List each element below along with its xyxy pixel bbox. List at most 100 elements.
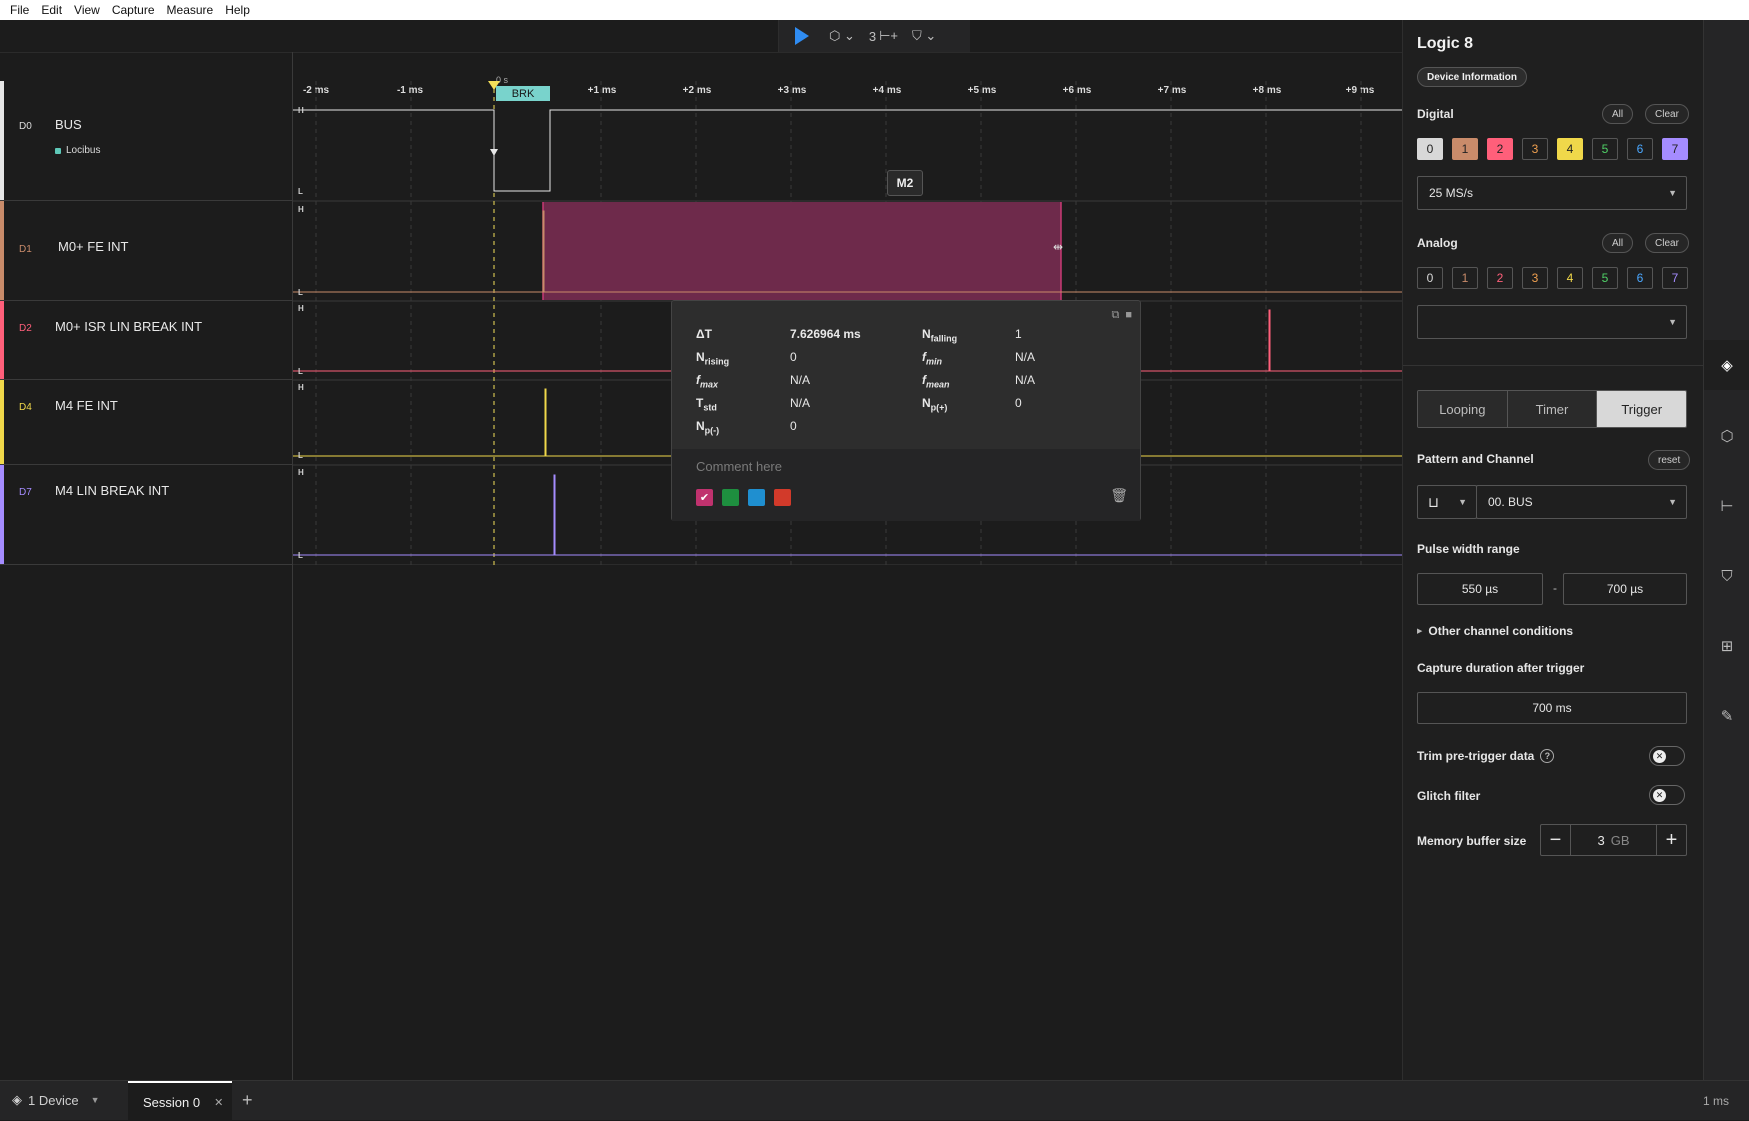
menu-edit[interactable]: Edit (35, 3, 68, 17)
sidebar-rail: ◈ ⬡ ⊢ ⛉ ⊞ ✎ (1703, 20, 1749, 1080)
digital-channel-0[interactable]: 0 (1417, 138, 1443, 160)
waveform-d0 (293, 109, 1402, 192)
analog-channel-3[interactable]: 3 (1522, 267, 1548, 289)
capture-toolbar: ⬡ ⌄ 3 ⊢+ ⛉ ⌄ (778, 20, 970, 52)
close-icon[interactable]: ✕ (214, 1096, 223, 1109)
color-swatch-pink-selected[interactable]: ✔ (696, 489, 713, 506)
analog-channel-6[interactable]: 6 (1627, 267, 1653, 289)
digital-channel-6[interactable]: 6 (1627, 138, 1653, 160)
tab-timer[interactable]: Timer (1507, 391, 1598, 427)
chevron-down-icon: ▼ (1668, 188, 1677, 198)
color-swatch-red[interactable] (774, 489, 791, 506)
digital-channel-5[interactable]: 5 (1592, 138, 1618, 160)
pulse-pattern-select[interactable]: ⊔ ▼ (1417, 485, 1477, 519)
menu-file[interactable]: File (4, 3, 35, 17)
digital-channel-7[interactable]: 7 (1662, 138, 1688, 160)
analog-channel-7[interactable]: 7 (1662, 267, 1688, 289)
channel-id: D0 (19, 121, 32, 132)
channel-id: D7 (19, 487, 32, 498)
memory-buffer-stepper: − 3 GB + (1540, 824, 1687, 856)
digital-clear-button[interactable]: Clear (1645, 104, 1689, 124)
device-selector[interactable]: ◈ 1 Device ▼ (12, 1092, 100, 1108)
channel-name[interactable]: M0+ ISR LIN BREAK INT (55, 319, 202, 334)
toggle-off-icon: ✕ (1653, 750, 1666, 763)
pulse-min-input[interactable]: 550 µs (1417, 573, 1543, 605)
memory-unit: GB (1610, 832, 1630, 848)
memory-buffer-value[interactable]: 3 GB (1571, 825, 1656, 855)
trim-pretrigger-toggle[interactable]: ✕ (1649, 746, 1685, 766)
comment-input[interactable]: Comment here (696, 459, 782, 474)
analyzer-tag[interactable]: Locibus (55, 145, 100, 156)
analog-channel-2[interactable]: 2 (1487, 267, 1513, 289)
channel-name[interactable]: M4 LIN BREAK INT (55, 483, 169, 498)
tab-looping[interactable]: Looping (1418, 391, 1508, 427)
channel-name[interactable]: BUS (55, 117, 82, 132)
measure-icon[interactable]: 3 ⊢+ (869, 28, 898, 44)
measurements-icon[interactable]: ⊢ (1704, 481, 1749, 531)
analog-channel-0[interactable]: 0 (1417, 267, 1443, 289)
analyzers-icon[interactable]: ⬡ (1704, 411, 1749, 461)
digital-sample-rate-select[interactable]: 25 MS/s ▼ (1417, 176, 1687, 210)
timing-markers-icon[interactable]: ⛉ (1704, 551, 1749, 601)
marker-icon[interactable]: ⛉ ⌄ (912, 28, 936, 44)
digital-channel-1[interactable]: 1 (1452, 138, 1478, 160)
decrement-button[interactable]: − (1541, 825, 1571, 855)
device-panel-icon[interactable]: ◈ (1704, 340, 1749, 390)
analog-clear-button[interactable]: Clear (1645, 233, 1689, 253)
digital-channel-4[interactable]: 4 (1557, 138, 1583, 160)
help-icon[interactable]: ? (1540, 749, 1555, 763)
other-conditions-toggle[interactable]: ▶ Other channel conditions (1417, 624, 1573, 638)
channel-row-d1[interactable]: D1 M0+ FE INT (0, 201, 292, 301)
device-information-button[interactable]: Device Information (1417, 67, 1528, 87)
digital-channel-2[interactable]: 2 (1487, 138, 1513, 160)
notes-icon[interactable]: ✎ (1704, 691, 1749, 741)
menu-help[interactable]: Help (219, 3, 256, 17)
add-session-button[interactable]: + (242, 1090, 253, 1111)
glitch-filter-label: Glitch filter (1417, 789, 1481, 803)
color-swatch-blue[interactable] (748, 489, 765, 506)
stat-value-npminus: 0 (790, 419, 797, 433)
stat-label-fmean: fmean (922, 373, 950, 390)
increment-button[interactable]: + (1656, 825, 1686, 855)
measurement-region (543, 202, 1061, 300)
measurement-tag-m2[interactable]: M2 (887, 170, 923, 196)
extensions-icon[interactable]: ⊞ (1704, 621, 1749, 671)
other-conditions-label: Other channel conditions (1428, 624, 1574, 638)
delete-icon[interactable]: 🗑 (1110, 487, 1128, 504)
analog-channel-4[interactable]: 4 (1557, 267, 1583, 289)
analog-all-button[interactable]: All (1602, 233, 1634, 253)
channel-name[interactable]: M4 FE INT (55, 398, 118, 413)
channel-row-d2[interactable]: D2 M0+ ISR LIN BREAK INT (0, 301, 292, 380)
glitch-filter-toggle[interactable]: ✕ (1649, 785, 1685, 805)
analog-sample-rate-select[interactable]: ▼ (1417, 305, 1687, 339)
analyzer-name: Locibus (66, 145, 101, 156)
sample-rate-value: 25 MS/s (1429, 186, 1474, 200)
channel-row-d7[interactable]: D7 M4 LIN BREAK INT (0, 465, 292, 565)
menu-measure[interactable]: Measure (161, 3, 220, 17)
digital-channel-3[interactable]: 3 (1522, 138, 1548, 160)
play-icon[interactable] (795, 27, 809, 45)
trigger-channel-value: 00. BUS (1488, 495, 1533, 509)
analog-channel-5[interactable]: 5 (1592, 267, 1618, 289)
menu-capture[interactable]: Capture (106, 3, 161, 17)
channel-name[interactable]: M0+ FE INT (58, 239, 128, 254)
stat-value-nfalling: 1 (1015, 327, 1022, 341)
trigger-channel-select[interactable]: 00. BUS ▼ (1476, 485, 1687, 519)
analog-channel-1[interactable]: 1 (1452, 267, 1478, 289)
tab-trigger[interactable]: Trigger (1597, 391, 1686, 427)
channel-row-d0[interactable]: D0 BUS Locibus (0, 81, 292, 201)
digital-all-button[interactable]: All (1602, 104, 1634, 124)
channel-row-d4[interactable]: D4 M4 FE INT (0, 380, 292, 465)
pulse-max-input[interactable]: 700 µs (1563, 573, 1687, 605)
measurement-stats: ΔT 7.626964 ms Nfalling 1 Nrising 0 fmin… (672, 301, 1142, 449)
color-swatch-green[interactable] (722, 489, 739, 506)
analyzer-color-dot (55, 147, 61, 154)
capture-duration-input[interactable]: 700 ms (1417, 692, 1687, 724)
reset-button[interactable]: reset (1648, 450, 1691, 470)
channel-color-stripe (0, 201, 4, 300)
menu-view[interactable]: View (68, 3, 106, 17)
decoder-frame-brk[interactable]: BRK (496, 86, 550, 101)
protocol-icon[interactable]: ⬡ ⌄ (829, 28, 855, 44)
tab-session-0[interactable]: Session 0 ✕ (128, 1081, 232, 1121)
stat-value-fmin: N/A (1015, 350, 1036, 364)
